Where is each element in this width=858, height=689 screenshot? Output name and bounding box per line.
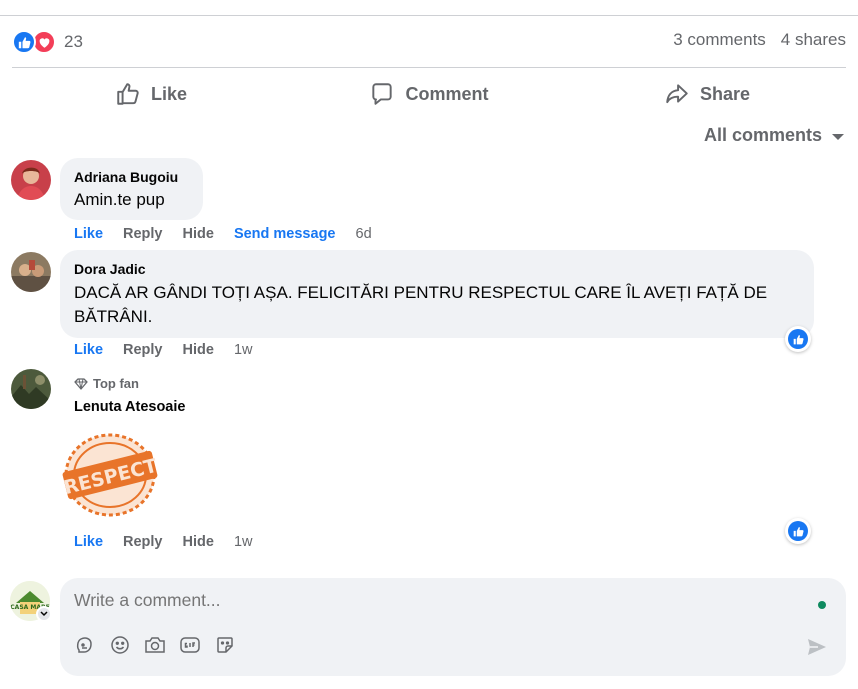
comments-count-link[interactable]: 3 comments — [673, 30, 766, 50]
reactions-summary[interactable]: 23 — [12, 28, 83, 56]
top-fan-badge: Top fan — [74, 376, 139, 391]
shares-count-link[interactable]: 4 shares — [781, 30, 846, 50]
chevron-down-icon[interactable] — [36, 606, 52, 622]
comment-reply-link[interactable]: Reply — [123, 226, 163, 242]
share-button[interactable]: Share — [568, 72, 846, 116]
avatar[interactable] — [11, 252, 51, 292]
comment-timestamp[interactable]: 6d — [356, 226, 372, 242]
comment-reaction-badge[interactable] — [785, 518, 811, 544]
comment-timestamp[interactable]: 1w — [234, 342, 253, 358]
emoji-icon[interactable] — [109, 634, 131, 656]
avatar-sticker-icon[interactable] — [74, 634, 96, 656]
avatar[interactable] — [11, 160, 51, 200]
comment-reaction-badge[interactable] — [785, 326, 811, 352]
comment-actions: Like Reply Hide 1w — [74, 534, 252, 550]
comment-text: DACĂ AR GÂNDI TOȚI AȘA. FELICITĂRI PENTR… — [74, 283, 768, 326]
comment-button-label: Comment — [405, 83, 489, 104]
actions-divider — [12, 67, 846, 68]
comment-actions: Like Reply Hide Send message 6d — [74, 226, 372, 242]
post-stats: 3 comments 4 shares — [673, 30, 846, 50]
comment-bubble: Adriana Bugoiu Amin.te pup — [60, 158, 203, 220]
comment-text: Amin.te pup — [74, 190, 165, 209]
like-button[interactable]: Like — [12, 72, 290, 116]
sticker-icon[interactable] — [214, 634, 236, 656]
comment-input[interactable] — [74, 590, 774, 611]
comment-filter-label: All comments — [703, 125, 822, 145]
comment-like-link[interactable]: Like — [74, 534, 103, 550]
send-message-link[interactable]: Send message — [234, 226, 336, 242]
top-divider — [0, 15, 858, 16]
like-button-label: Like — [150, 83, 188, 104]
status-dot-icon — [818, 601, 826, 609]
caret-down-icon — [832, 133, 844, 140]
comment-filter-dropdown[interactable]: All comments — [704, 125, 844, 146]
comment-bubble-icon — [372, 83, 393, 105]
comment-author[interactable]: Adriana Bugoiu — [74, 168, 189, 186]
comment-bubble: Dora Jadic DACĂ AR GÂNDI TOȚI AȘA. FELIC… — [60, 250, 814, 338]
like-reaction-icon — [788, 329, 808, 349]
share-arrow-icon — [666, 84, 688, 104]
comment-timestamp[interactable]: 1w — [234, 534, 253, 550]
gif-icon[interactable] — [179, 634, 201, 656]
thumbs-up-icon — [117, 83, 139, 105]
composer-tools — [74, 634, 236, 656]
diamond-icon — [74, 377, 88, 390]
like-reaction-icon — [788, 521, 808, 541]
comment-reply-link[interactable]: Reply — [123, 534, 163, 550]
send-icon[interactable] — [806, 636, 828, 658]
like-reaction-icon — [12, 30, 36, 54]
comment-like-link[interactable]: Like — [74, 342, 103, 358]
comment-reply-link[interactable]: Reply — [123, 342, 163, 358]
camera-icon[interactable] — [144, 634, 166, 656]
comment-composer — [60, 578, 846, 676]
comment-hide-link[interactable]: Hide — [183, 342, 214, 358]
comment-hide-link[interactable]: Hide — [183, 226, 214, 242]
comment-like-link[interactable]: Like — [74, 226, 103, 242]
post-action-bar: Like Comment Share — [12, 72, 846, 116]
reaction-count: 23 — [64, 32, 83, 51]
share-button-label: Share — [699, 83, 751, 104]
top-fan-label: Top fan — [93, 376, 139, 391]
respect-sticker[interactable]: RESPECT — [58, 430, 162, 520]
comment-author[interactable]: Lenuta Atesoaie — [74, 399, 185, 415]
comment-author[interactable]: Dora Jadic — [74, 260, 800, 278]
comment-button[interactable]: Comment — [290, 72, 568, 116]
comment-hide-link[interactable]: Hide — [183, 534, 214, 550]
comment-actions: Like Reply Hide 1w — [74, 342, 252, 358]
avatar[interactable] — [11, 369, 51, 409]
